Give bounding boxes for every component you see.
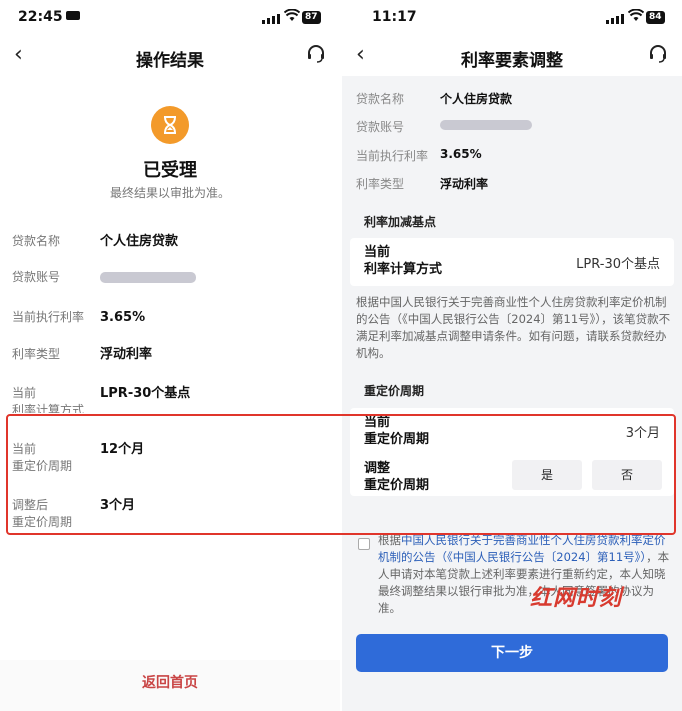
detail-label: 调整后 重定价周期	[12, 498, 73, 529]
status-time: 11:17	[372, 9, 417, 25]
agreement-link[interactable]: 中国人民银行关于完善商业性个人住房贷款利率定价机制的公告（《中国人民银行公告〔2…	[378, 533, 666, 564]
detail-label: 当前执行利率	[12, 310, 85, 324]
card-label: 当前 利率计算方式	[364, 245, 443, 277]
back-home-link[interactable]: 返回首页	[0, 672, 340, 692]
wifi-icon	[627, 8, 645, 26]
status-bar: 22:45 87	[0, 0, 340, 36]
card-value: LPR-30个基点	[576, 257, 660, 272]
detail-value: 3.65%	[100, 310, 146, 325]
info-label: 贷款账号	[356, 120, 405, 134]
rate-adjust-screen: 11:17 84 ‹ 利率要素调整 贷款名称 个人住房贷款 贷款账号 当前执行利…	[342, 0, 682, 711]
masked-account	[100, 272, 196, 283]
card-value: 3个月	[625, 426, 660, 441]
agreement-text: 根据中国人民银行关于完善商业性个人住房贷款利率定价机制的公告（《中国人民银行公告…	[378, 532, 672, 617]
detail-label: 贷款名称	[12, 234, 61, 248]
basis-notice: 根据中国人民银行关于完善商业性个人住房贷款利率定价机制的公告（《中国人民银行公告…	[356, 295, 671, 360]
no-button[interactable]: 否	[592, 460, 662, 490]
page-title: 利率要素调整	[461, 51, 563, 71]
detail-value: 12个月	[100, 442, 145, 457]
next-step-button[interactable]: 下一步	[356, 634, 668, 672]
detail-label: 贷款账号	[12, 270, 61, 284]
result-title: 已受理	[143, 160, 197, 181]
detail-value: LPR-30个基点	[100, 386, 191, 401]
nav-bar: ‹ 操作结果	[0, 40, 340, 74]
nav-bar: ‹ 利率要素调整	[342, 36, 682, 76]
detail-row-calc-method: 当前 利率计算方式 LPR-30个基点	[12, 385, 332, 413]
info-value: 3.65%	[440, 147, 482, 161]
detail-value: 浮动利率	[100, 347, 153, 362]
card-label: 当前 重定价周期	[364, 415, 430, 447]
info-value: 浮动利率	[440, 177, 489, 191]
battery-indicator: 87	[302, 11, 321, 24]
page-title: 操作结果	[136, 51, 204, 71]
customer-service-icon[interactable]	[306, 44, 326, 68]
wifi-icon	[283, 8, 301, 26]
info-label: 贷款名称	[356, 92, 405, 106]
result-screen: 22:45 87 ‹ 操作结果 已受理 最终结果以审批为准。 贷款名称 个人住房…	[0, 0, 340, 711]
info-value-masked	[440, 118, 532, 133]
signal-icon	[262, 14, 280, 24]
card-label: 调整 重定价周期	[364, 461, 430, 493]
customer-service-icon[interactable]	[648, 44, 668, 68]
agreement-checkbox[interactable]	[358, 538, 370, 550]
status-time: 22:45	[18, 9, 63, 25]
status-bar: 11:17 84	[342, 0, 682, 36]
detail-label: 当前 重定价周期	[12, 442, 73, 473]
reprice-period-card: 当前 重定价周期 3个月 调整 重定价周期 是 否	[350, 408, 674, 496]
detail-value-masked	[100, 269, 196, 288]
section-rate-basis: 利率加减基点	[364, 215, 437, 229]
masked-account	[440, 120, 532, 130]
detail-label: 当前 利率计算方式	[12, 386, 85, 413]
info-label: 利率类型	[356, 177, 405, 191]
result-subtitle: 最终结果以审批为准。	[109, 186, 230, 200]
info-value: 个人住房贷款	[440, 92, 513, 106]
signal-icon	[606, 14, 624, 24]
detail-value: 个人住房贷款	[100, 234, 179, 249]
section-reprice-period: 重定价周期	[364, 384, 425, 398]
info-label: 当前执行利率	[356, 149, 429, 163]
yes-button[interactable]: 是	[512, 460, 582, 490]
watermark-logo: 红网时刻	[530, 586, 623, 611]
detail-value: 3个月	[100, 498, 136, 513]
agreement-prefix: 根据	[378, 533, 401, 547]
hourglass-icon	[151, 106, 189, 144]
bed-icon	[66, 11, 80, 20]
current-calc-method-card: 当前 利率计算方式 LPR-30个基点	[350, 238, 674, 286]
detail-label: 利率类型	[12, 347, 61, 361]
battery-indicator: 84	[646, 11, 665, 24]
